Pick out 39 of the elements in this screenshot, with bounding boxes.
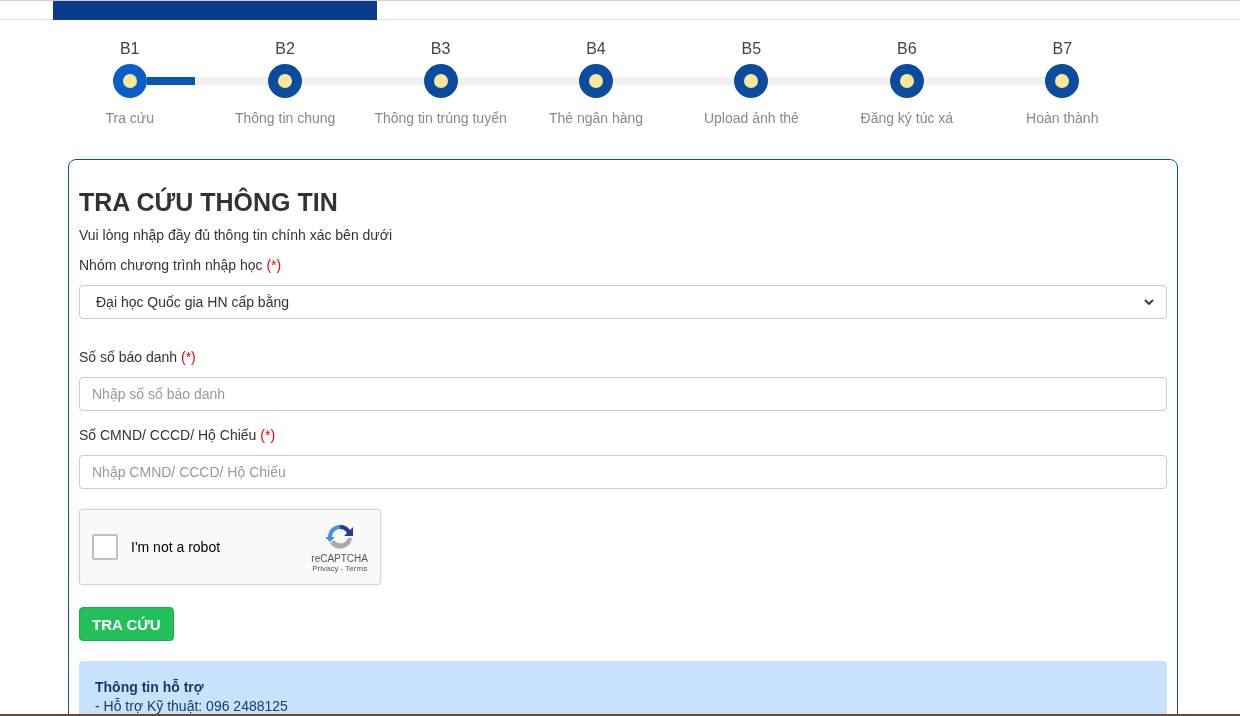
captcha-brand: reCAPTCHA (311, 553, 368, 564)
step-number: B3 (430, 40, 451, 59)
input-field[interactable]: Nhập số số báo danh (79, 377, 1167, 411)
step-label: Thẻ ngân hàng (548, 110, 644, 126)
step-marker[interactable] (1045, 64, 1080, 98)
captcha-label: I'm not a robot (131, 539, 222, 555)
support-title: Thông tin hỗ trợ (95, 679, 205, 695)
field-label: Nhóm chương trình nhập học (79, 257, 263, 273)
form-title: TRA CỨU THÔNG TIN (79, 188, 339, 217)
step-label: Đăng ký túc xá (860, 110, 954, 126)
required-mark: (*) (260, 427, 276, 443)
step-marker[interactable] (112, 64, 147, 98)
step-number: B6 (897, 40, 917, 59)
step-number: B1 (119, 40, 140, 59)
required-mark: (*) (266, 257, 282, 273)
step-label: Thông tin chung (234, 110, 336, 126)
input-field[interactable]: Nhập CMND/ CCCD/ Hộ Chiếu (79, 455, 1167, 489)
step-number: B4 (586, 40, 606, 59)
step-label: Thông tin trúng tuyển (374, 110, 507, 126)
step-marker[interactable] (268, 64, 303, 98)
captcha-checkbox[interactable] (92, 534, 118, 560)
field-label: Số CMND/ CCCD/ Hộ Chiếu (79, 427, 257, 443)
step-label: Hoàn thành (1026, 110, 1099, 126)
field-label: Số số báo danh (79, 349, 178, 365)
chevron-down-icon (1144, 298, 1154, 306)
step-number: B5 (741, 40, 762, 59)
step-marker[interactable] (578, 64, 613, 98)
step-marker[interactable] (423, 64, 458, 98)
step-marker[interactable] (889, 64, 924, 98)
required-mark: (*) (181, 349, 196, 365)
support-line: - Hỗ trợ Kỹ thuật: 096 2488125 (95, 698, 289, 714)
step-label: Tra cứu (105, 110, 154, 126)
step-number: B2 (275, 40, 295, 59)
form-subtitle: Vui lòng nhập đầy đủ thông tin chính xác bên dưới (79, 227, 394, 243)
step-label: Upload ảnh thẻ (703, 110, 799, 126)
captcha-links[interactable]: Privacy - Terms (312, 564, 368, 573)
program-select[interactable]: Đại học Quốc gia HN cấp bằng (79, 285, 1167, 319)
step-marker[interactable] (734, 64, 769, 98)
step-number: B7 (1052, 40, 1073, 59)
